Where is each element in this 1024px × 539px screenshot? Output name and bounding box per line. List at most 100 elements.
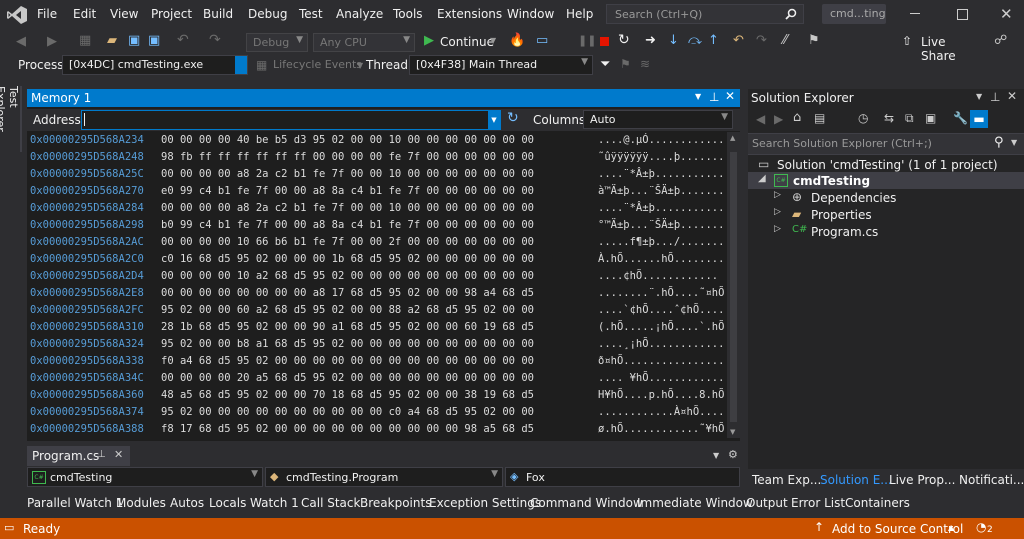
stack-frame-icon[interactable]: ≋	[640, 57, 650, 71]
memory-row[interactable]: 0x00000295D568A2AC 00 00 00 00 10 66 b6 b…	[27, 234, 740, 251]
memory-vertical-scrollbar[interactable]: ▲ ▼	[727, 132, 740, 438]
home-icon[interactable]: ⌂	[793, 110, 801, 125]
memory-row[interactable]: 0x00000295D568A324 95 02 00 00 b8 a1 68 d…	[27, 336, 740, 353]
switch-views-icon[interactable]: ▤	[814, 111, 825, 125]
lifecycle-events-button[interactable]: Lifecycle Events	[273, 58, 362, 71]
tab-overflow-icon[interactable]: ▼	[713, 451, 719, 460]
chevron-down-icon[interactable]: ▼	[490, 36, 496, 45]
tab-solution-explorer[interactable]: Solution E...	[820, 473, 892, 487]
window-options-icon[interactable]: ▼	[695, 92, 701, 101]
tab-immediate-window[interactable]: Immediate Window	[637, 496, 753, 510]
menu-edit[interactable]: Edit	[73, 7, 96, 21]
columns-select[interactable]: Auto ▼	[583, 110, 733, 129]
memory-row[interactable]: 0x00000295D568A34C 00 00 00 00 20 a5 68 d…	[27, 370, 740, 387]
pending-changes-icon[interactable]: ◷	[858, 111, 868, 125]
close-window-icon[interactable]: ✕	[1000, 5, 1013, 23]
class-navigation-select[interactable]: ◆ cmdTesting.Program ▼	[265, 467, 503, 487]
solution-search-input[interactable]: Search Solution Explorer (Ctrl+;) ⚲ ▼	[748, 133, 1024, 155]
collapse-all-icon[interactable]: ⧉	[905, 111, 914, 126]
tab-output[interactable]: Output	[746, 496, 788, 510]
restart-icon[interactable]: ↻	[618, 32, 630, 48]
add-to-source-control-button[interactable]: ↑ Add to Source Control ▲	[814, 520, 964, 537]
step-back-icon[interactable]: ↶	[733, 33, 744, 48]
save-icon[interactable]: ▣	[128, 33, 140, 48]
undo-icon[interactable]: ↶	[177, 32, 189, 48]
close-panel-icon[interactable]: ✕	[725, 89, 735, 103]
bookmark-icon[interactable]: ⚑	[808, 33, 820, 48]
project-node[interactable]: ◢ C# cmdTesting	[748, 172, 1024, 189]
menu-help[interactable]: Help	[566, 7, 593, 21]
menu-tools[interactable]: Tools	[393, 7, 423, 21]
project-navigation-select[interactable]: C# cmdTesting ▼	[27, 467, 263, 487]
member-navigation-select[interactable]: ◈ Fox	[505, 467, 740, 487]
process-dropdown-button[interactable]	[235, 56, 247, 74]
memory-row[interactable]: 0x00000295D568A374 95 02 00 00 00 00 00 0…	[27, 404, 740, 421]
memory-row[interactable]: 0x00000295D568A270 e0 99 c4 b1 fe 7f 00 0…	[27, 183, 740, 200]
close-tab-icon[interactable]: ✕	[114, 448, 123, 461]
properties-wrench-icon[interactable]: 🔧	[953, 111, 968, 125]
properties-node[interactable]: ▷ ▰ Properties	[748, 206, 1024, 223]
solution-configuration-select[interactable]: Debug ▼	[246, 33, 308, 52]
save-all-icon[interactable]: ▣	[148, 33, 160, 48]
maximize-icon[interactable]	[957, 9, 968, 20]
memory-grid[interactable]: 0x00000295D568A234 00 00 00 00 40 be b5 d…	[27, 132, 740, 438]
menu-file[interactable]: File	[37, 7, 57, 21]
navigate-forward-icon[interactable]: ▶	[47, 34, 57, 49]
menu-build[interactable]: Build	[203, 7, 233, 21]
tab-team-explorer[interactable]: Team Exp...	[752, 473, 821, 487]
program-cs-tab[interactable]: Program.cs ⊥ ✕	[27, 446, 130, 466]
memory-row[interactable]: 0x00000295D568A298 b0 99 c4 b1 fe 7f 00 0…	[27, 217, 740, 234]
filter-icon[interactable]: ⏷	[600, 57, 610, 72]
show-all-files-icon[interactable]: ▣	[925, 111, 936, 125]
preview-selected-items-icon[interactable]: ▬	[970, 110, 988, 128]
memory-row[interactable]: 0x00000295D568A360 48 a5 68 d5 95 02 00 0…	[27, 387, 740, 404]
minimize-icon[interactable]	[910, 13, 920, 14]
menu-extensions[interactable]: Extensions	[437, 7, 502, 21]
continue-button[interactable]: ▶ Continue	[422, 33, 500, 51]
solution-platform-select[interactable]: Any CPU ▼	[313, 33, 415, 52]
tab-modules[interactable]: Modules	[116, 496, 166, 510]
menu-test[interactable]: Test	[299, 7, 323, 21]
tab-exception-settings[interactable]: Exception Settings	[429, 496, 541, 510]
gear-icon[interactable]: ⚙	[728, 448, 738, 461]
notifications-button[interactable]: ◔ 2	[976, 520, 1002, 537]
tab-live-property-explorer[interactable]: Live Prop...	[889, 473, 955, 487]
pin-tab-icon[interactable]: ⊥	[97, 449, 106, 460]
tab-autos[interactable]: Autos	[170, 496, 204, 510]
memory-row[interactable]: 0x00000295D568A2E8 00 00 00 00 00 00 00 0…	[27, 285, 740, 302]
feedback-icon[interactable]: ☍	[994, 33, 1007, 48]
tab-containers[interactable]: Containers	[845, 496, 910, 510]
thread-select[interactable]: [0x4F38] Main Thread ▼	[409, 55, 593, 75]
tab-parallel-watch[interactable]: Parallel Watch 1	[27, 496, 123, 510]
live-share-button[interactable]: ⇧ Live Share	[902, 34, 982, 63]
window-options-icon[interactable]: ▼	[976, 92, 982, 101]
tab-locals[interactable]: Locals	[209, 496, 246, 510]
refresh-icon[interactable]: ↻	[507, 110, 519, 126]
flag-threads-icon[interactable]: ⚑	[620, 57, 631, 71]
collapsed-arrow-icon[interactable]: ▷	[774, 190, 781, 200]
tab-call-stack[interactable]: Call Stack	[301, 496, 360, 510]
new-item-icon[interactable]: ▦	[79, 33, 91, 48]
menu-debug[interactable]: Debug	[248, 7, 287, 21]
diagnostics-icon[interactable]: ▭	[536, 33, 548, 48]
back-icon[interactable]: ◀	[756, 112, 765, 126]
memory-row[interactable]: 0x00000295D568A284 00 00 00 00 a8 2a c2 b…	[27, 200, 740, 217]
memory-row[interactable]: 0x00000295D568A338 f0 a4 68 d5 95 02 00 0…	[27, 353, 740, 370]
chevron-down-icon[interactable]: ▼	[1011, 138, 1017, 147]
break-all-icon[interactable]: ❚❚	[578, 34, 596, 47]
memory-row[interactable]: 0x00000295D568A2FC 95 02 00 00 60 a2 68 d…	[27, 302, 740, 319]
redo-icon[interactable]: ↷	[209, 32, 221, 48]
menu-project[interactable]: Project	[151, 7, 192, 21]
pin-icon[interactable]: ⊥	[709, 90, 719, 104]
navigate-back-icon[interactable]: ◀	[16, 34, 26, 49]
memory-row[interactable]: 0x00000295D568A234 00 00 00 00 40 be b5 d…	[27, 132, 740, 149]
tab-command-window[interactable]: Command Window	[530, 496, 643, 510]
step-into-icon[interactable]: ↓	[668, 33, 679, 48]
hot-reload-icon[interactable]: 🔥	[509, 33, 525, 48]
step-forward-icon[interactable]: ↷	[756, 33, 767, 48]
step-over-icon[interactable]: ⤼	[688, 33, 702, 48]
close-panel-icon[interactable]: ✕	[1007, 89, 1017, 103]
memory-row[interactable]: 0x00000295D568A2C0 c0 16 68 d5 95 02 00 0…	[27, 251, 740, 268]
comment-icon[interactable]: ⁄⁄	[783, 33, 787, 48]
chevron-down-icon[interactable]: ▼	[488, 111, 500, 129]
